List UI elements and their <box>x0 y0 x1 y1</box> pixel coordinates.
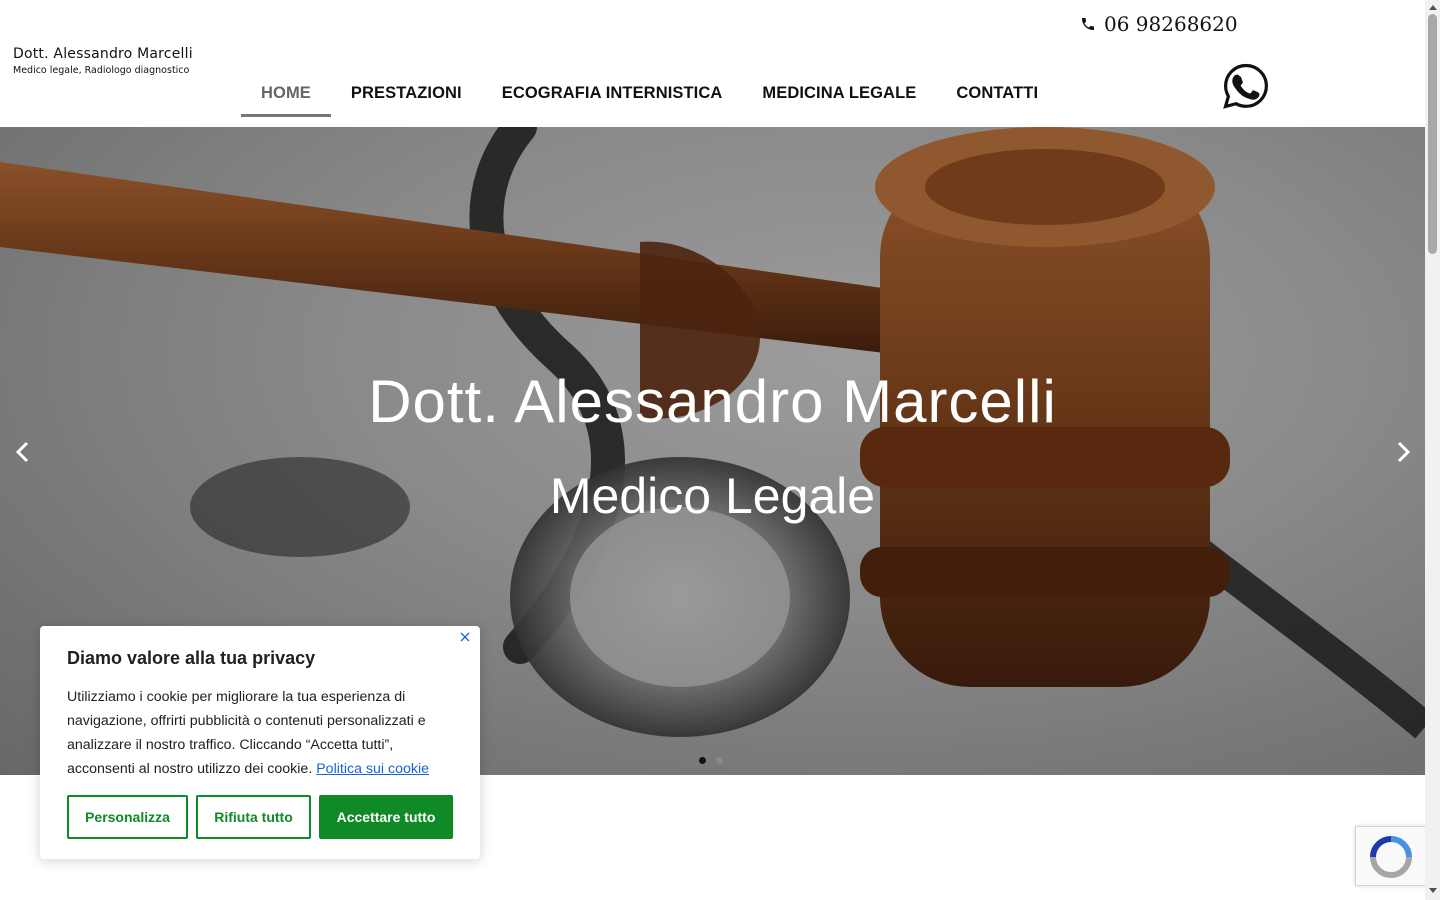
main-nav: HOME PRESTAZIONI ECOGRAFIA INTERNISTICA … <box>241 72 1058 117</box>
reject-all-button[interactable]: Rifiuta tutto <box>196 795 311 839</box>
logo-name: Dott. Alessandro Marcelli <box>13 46 193 62</box>
nav-medicina-legale[interactable]: MEDICINA LEGALE <box>742 72 936 117</box>
cookie-policy-link[interactable]: Politica sui cookie <box>316 761 429 777</box>
phone-icon <box>1082 18 1094 30</box>
cookie-consent-banner: Diamo valore alla tua privacy Utilizziam… <box>40 626 480 859</box>
site-logo[interactable]: Dott. Alessandro Marcelli Medico legale,… <box>13 46 193 76</box>
site-header: Dott. Alessandro Marcelli Medico legale,… <box>0 0 1425 127</box>
scroll-thumb[interactable] <box>1428 14 1437 254</box>
phone-number: 06 98268620 <box>1104 12 1238 36</box>
chevron-right-icon[interactable] <box>1388 437 1418 467</box>
slider-dots <box>699 757 723 764</box>
phone-contact[interactable]: 06 98268620 <box>1080 12 1238 36</box>
logo-subtitle: Medico legale, Radiologo diagnostico <box>13 65 190 76</box>
slide-dot-1[interactable] <box>699 757 706 764</box>
scroll-up-icon[interactable] <box>1429 5 1437 10</box>
recaptcha-icon <box>1370 836 1412 878</box>
nav-prestazioni[interactable]: PRESTAZIONI <box>331 72 482 117</box>
customize-button[interactable]: Personalizza <box>67 795 188 839</box>
hero-subtitle: Medico Legale <box>549 468 876 524</box>
cookie-title: Diamo valore alla tua privacy <box>67 648 316 668</box>
slide-dot-2[interactable] <box>716 757 723 764</box>
scroll-down-icon[interactable] <box>1429 888 1437 893</box>
page-scrollbar[interactable] <box>1425 0 1440 900</box>
hero-title: Dott. Alessandro Marcelli <box>368 368 1057 435</box>
accept-all-button[interactable]: Accettare tutto <box>319 795 453 839</box>
cookie-text: Utilizziamo i cookie per migliorare la t… <box>67 685 453 781</box>
nav-home[interactable]: HOME <box>241 72 331 117</box>
whatsapp-icon[interactable] <box>1222 62 1270 110</box>
chevron-left-icon[interactable] <box>8 437 38 467</box>
close-icon[interactable] <box>458 630 472 644</box>
recaptcha-badge[interactable] <box>1355 826 1427 886</box>
nav-ecografia-internistica[interactable]: ECOGRAFIA INTERNISTICA <box>482 72 743 117</box>
cookie-buttons: Personalizza Rifiuta tutto Accettare tut… <box>67 795 453 839</box>
nav-contatti[interactable]: CONTATTI <box>936 72 1058 117</box>
